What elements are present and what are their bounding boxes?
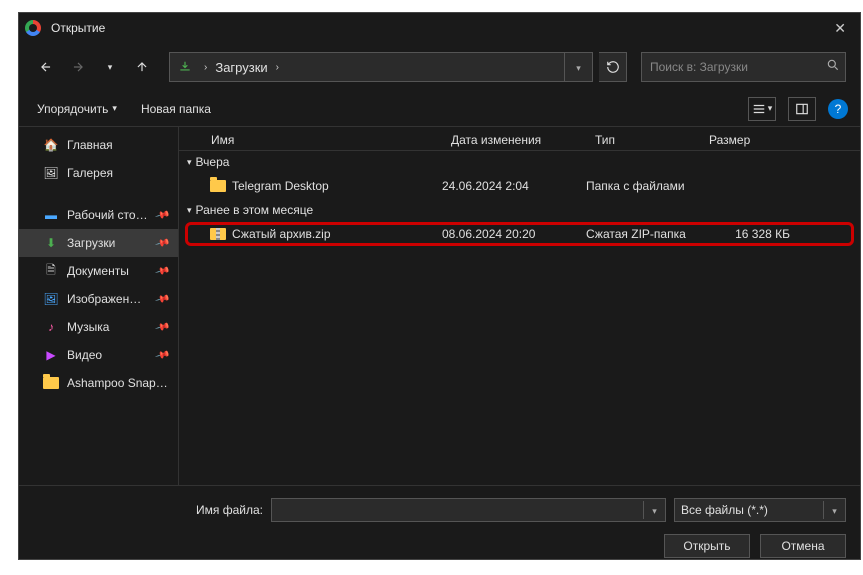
back-button[interactable]	[33, 54, 59, 80]
recent-dropdown[interactable]: ▾	[97, 54, 123, 80]
sidebar-item-ashampoo[interactable]: Ashampoo Snap…	[19, 369, 178, 397]
column-headers: Имя Дата изменения Тип Размер	[179, 129, 860, 151]
music-icon: ♪	[43, 319, 59, 335]
pin-icon: 📌	[154, 263, 170, 279]
filename-label: Имя файла:	[33, 503, 263, 517]
pin-icon: 📌	[154, 291, 170, 307]
filetype-filter[interactable]: Все файлы (*.*) ▾	[674, 498, 846, 522]
folder-icon	[43, 375, 59, 391]
chrome-icon	[25, 20, 41, 36]
filename-dropdown[interactable]: ▾	[643, 501, 665, 519]
address-bar[interactable]: › Загрузки › ▾	[169, 52, 593, 82]
file-row-telegram[interactable]: Telegram Desktop 24.06.2024 2:04 Папка с…	[185, 174, 854, 198]
sidebar-item-documents[interactable]: 🗎Документы📌	[19, 257, 178, 285]
pictures-icon: 🖼	[43, 291, 59, 307]
folder-icon	[210, 180, 226, 192]
group-earlier[interactable]: ▾Ранее в этом месяце	[179, 199, 860, 221]
new-folder-button[interactable]: Новая папка	[135, 98, 217, 120]
pin-icon: 📌	[154, 235, 170, 251]
forward-button[interactable]	[65, 54, 91, 80]
search-input[interactable]	[642, 60, 821, 74]
videos-icon: ▶	[43, 347, 59, 363]
breadcrumb-downloads[interactable]: Загрузки	[211, 60, 271, 75]
chevron-down-icon: ▾	[187, 157, 192, 168]
chevron-down-icon: ▾	[823, 501, 845, 519]
column-size[interactable]: Размер	[699, 133, 799, 147]
filename-combobox[interactable]: ▾	[271, 498, 666, 522]
group-yesterday[interactable]: ▾Вчера	[179, 151, 860, 173]
search-icon[interactable]	[821, 58, 845, 77]
pin-icon: 📌	[154, 319, 170, 335]
address-dropdown[interactable]: ▾	[564, 53, 592, 81]
search-box[interactable]	[641, 52, 846, 82]
chevron-right-icon[interactable]: ›	[272, 62, 283, 73]
column-date[interactable]: Дата изменения	[441, 133, 585, 147]
preview-pane-button[interactable]	[788, 97, 816, 121]
file-open-dialog: Открытие ✕ ▾ › Загрузки › ▾ Упорядочить▾…	[18, 12, 861, 560]
open-button[interactable]: Открыть	[664, 534, 750, 558]
close-button[interactable]: ✕	[826, 20, 854, 37]
desktop-icon: ▬	[43, 207, 59, 223]
organize-menu[interactable]: Упорядочить▾	[31, 98, 123, 120]
column-name[interactable]: Имя	[179, 133, 441, 147]
downloads-icon: ⬇	[43, 235, 59, 251]
gallery-icon: 🖼	[43, 165, 59, 181]
pin-icon: 📌	[154, 347, 170, 363]
titlebar: Открытие ✕	[19, 13, 860, 43]
view-mode-button[interactable]: ▾	[748, 97, 776, 121]
column-type[interactable]: Тип	[585, 133, 699, 147]
sidebar-item-gallery[interactable]: 🖼Галерея	[19, 159, 178, 187]
file-row-zip[interactable]: Сжатый архив.zip 08.06.2024 20:20 Сжатая…	[185, 222, 854, 246]
file-list: Имя Дата изменения Тип Размер ▾Вчера Tel…	[179, 127, 860, 485]
up-button[interactable]	[129, 54, 155, 80]
sidebar-item-home[interactable]: 🏠Главная	[19, 131, 178, 159]
dialog-title: Открытие	[51, 21, 826, 35]
cancel-button[interactable]: Отмена	[760, 534, 846, 558]
refresh-button[interactable]	[599, 52, 627, 82]
chevron-right-icon: ›	[200, 62, 211, 73]
chevron-down-icon: ▾	[187, 205, 192, 216]
command-bar: Упорядочить▾ Новая папка ▾ ?	[19, 91, 860, 127]
sidebar-item-pictures[interactable]: 🖼Изображен…📌	[19, 285, 178, 313]
documents-icon: 🗎	[43, 263, 59, 279]
dialog-footer: Имя файла: ▾ Все файлы (*.*) ▾ Открыть О…	[19, 485, 860, 575]
navigation-bar: ▾ › Загрузки › ▾	[19, 43, 860, 91]
sidebar: 🏠Главная 🖼Галерея ▬Рабочий сто…📌 ⬇Загруз…	[19, 127, 179, 485]
zip-icon	[210, 228, 226, 240]
sidebar-item-music[interactable]: ♪Музыка📌	[19, 313, 178, 341]
pin-icon: 📌	[154, 207, 170, 223]
sidebar-item-desktop[interactable]: ▬Рабочий сто…📌	[19, 201, 178, 229]
help-button[interactable]: ?	[828, 99, 848, 119]
downloads-icon	[170, 60, 200, 74]
sidebar-item-downloads[interactable]: ⬇Загрузки📌	[19, 229, 178, 257]
sidebar-item-videos[interactable]: ▶Видео📌	[19, 341, 178, 369]
home-icon: 🏠	[43, 137, 59, 153]
